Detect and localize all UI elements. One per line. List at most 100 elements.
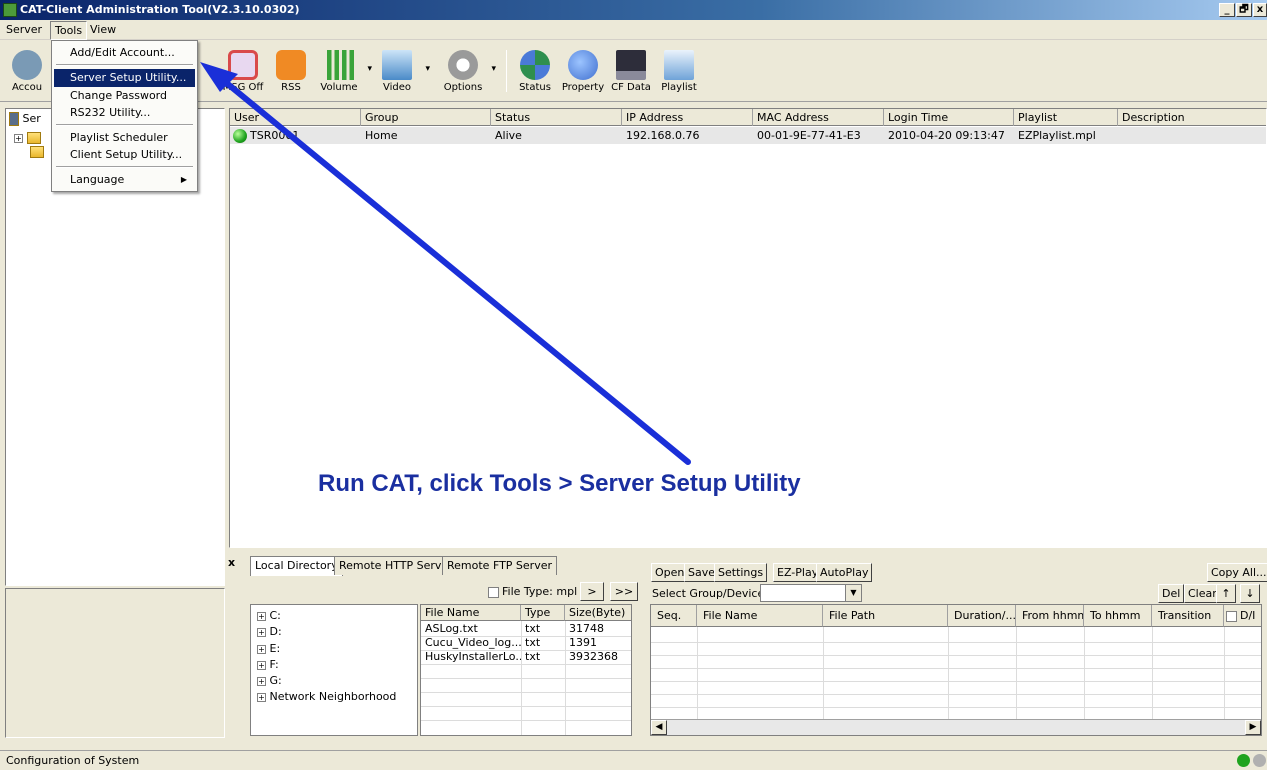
column-header-mac-address[interactable]: MAC Address xyxy=(753,109,884,126)
grid-line xyxy=(651,642,1261,643)
column-header-ip-address[interactable]: IP Address xyxy=(622,109,753,126)
toolbar-video-button[interactable]: Video ▾ xyxy=(372,50,430,93)
submenu-arrow-icon: ▶ xyxy=(180,175,187,184)
column-header-type[interactable]: Type xyxy=(521,605,565,621)
tree-root-server[interactable]: Ser xyxy=(9,112,41,126)
table-row[interactable]: TSR0001 Home Alive 192.168.0.76 00-01-9E… xyxy=(230,127,1266,144)
menu-tools[interactable]: Tools xyxy=(50,21,88,40)
file-name-cell[interactable]: HuskyInstallerLo... xyxy=(421,650,521,664)
grid-line xyxy=(421,706,631,707)
chevron-down-icon[interactable]: ▼ xyxy=(845,585,861,601)
menu-item-change-password[interactable]: Change Password xyxy=(54,87,195,105)
cell-status: Alive xyxy=(495,129,522,142)
column-header-group[interactable]: Group xyxy=(361,109,491,126)
ez-play-button[interactable]: EZ-Play xyxy=(773,563,823,582)
expand-icon[interactable]: + xyxy=(257,693,266,702)
file-type-filter[interactable]: File Type: mpl xyxy=(488,585,577,598)
toolbar-status-button[interactable]: Status xyxy=(510,50,560,93)
drive-item[interactable]: + G: xyxy=(257,674,282,687)
menu-item-playlist-scheduler[interactable]: Playlist Scheduler xyxy=(54,129,195,147)
expand-icon[interactable]: + xyxy=(257,677,266,686)
tab-remote-http-server[interactable]: Remote HTTP Server xyxy=(334,556,458,575)
expand-icon[interactable]: + xyxy=(257,628,266,637)
toolbar-property-button[interactable]: Property xyxy=(558,50,608,93)
copy-all-button[interactable]: Copy All... xyxy=(1207,563,1267,582)
expand-icon[interactable]: + xyxy=(14,134,23,143)
next-button[interactable]: > xyxy=(580,582,604,601)
minimize-button[interactable]: _ xyxy=(1219,3,1235,17)
close-button[interactable]: x xyxy=(1253,3,1267,17)
expand-icon[interactable]: + xyxy=(257,612,266,621)
expand-icon[interactable]: + xyxy=(257,661,266,670)
toolbar-account-button[interactable]: Accou xyxy=(2,50,52,93)
open-button[interactable]: Open xyxy=(651,563,689,582)
file-name-cell[interactable]: Cucu_Video_log.... xyxy=(421,636,521,650)
group-device-select[interactable]: ▼ xyxy=(760,584,862,602)
column-header-playlist[interactable]: Playlist xyxy=(1014,109,1118,126)
drive-item[interactable]: + E: xyxy=(257,642,280,655)
toolbar-msg-off-button[interactable]: MSG Off xyxy=(218,50,268,93)
column-header-size[interactable]: Size(Byte) xyxy=(565,605,631,621)
file-name-cell[interactable]: ASLog.txt xyxy=(421,622,521,636)
autoplay-button[interactable]: AutoPlay xyxy=(816,563,873,582)
toolbar-label: Property xyxy=(561,82,605,93)
column-header-file-path[interactable]: File Path xyxy=(823,605,948,627)
move-down-button[interactable]: ↓ xyxy=(1240,584,1260,603)
menu-item-add-edit-account[interactable]: Add/Edit Account... xyxy=(54,44,195,62)
tab-local-directory[interactable]: Local Directory xyxy=(250,556,343,576)
scroll-left-icon[interactable]: ◀ xyxy=(651,720,667,735)
menu-item-language[interactable]: Language ▶ xyxy=(54,171,195,189)
menu-item-server-setup-utility[interactable]: Server Setup Utility... xyxy=(54,69,195,87)
toolbar-playlist-button[interactable]: Playlist xyxy=(654,50,704,93)
close-pane-icon[interactable]: x xyxy=(228,556,235,569)
grid-line xyxy=(651,681,1261,682)
menu-item-language-label: Language xyxy=(70,173,125,186)
menu-server[interactable]: Server xyxy=(6,23,42,36)
drive-item[interactable]: + D: xyxy=(257,625,282,638)
last-button[interactable]: >> xyxy=(610,582,638,601)
grid-line xyxy=(697,627,698,719)
toolbar-options-button[interactable]: Options ▾ xyxy=(438,50,496,93)
restore-button[interactable]: 🗗 xyxy=(1236,3,1252,17)
column-header-seq[interactable]: Seq. xyxy=(651,605,697,627)
column-header-duration[interactable]: Duration/... xyxy=(948,605,1016,627)
toolbar-rss-button[interactable]: RSS xyxy=(266,50,316,93)
dropdown-caret-icon[interactable]: ▾ xyxy=(491,64,496,74)
toolbar-cf-data-button[interactable]: CF Data xyxy=(606,50,656,93)
column-header-description[interactable]: Description xyxy=(1118,109,1266,126)
column-header-to-hhmm[interactable]: To hhmm xyxy=(1084,605,1152,627)
menu-view[interactable]: View xyxy=(90,23,116,36)
column-header-login-time[interactable]: Login Time xyxy=(884,109,1014,126)
column-header-file-name[interactable]: File Name xyxy=(697,605,823,627)
select-all-checkbox[interactable] xyxy=(1226,610,1237,622)
column-header-di[interactable]: D/I xyxy=(1224,605,1261,627)
drive-item[interactable]: + C: xyxy=(257,609,281,622)
column-header-from-hhmm[interactable]: From hhmm xyxy=(1016,605,1084,627)
tab-remote-ftp-server[interactable]: Remote FTP Server xyxy=(442,556,557,575)
grid-line xyxy=(948,627,949,719)
drive-item[interactable]: + F: xyxy=(257,658,279,671)
settings-button[interactable]: Settings xyxy=(714,563,768,582)
column-header-transition[interactable]: Transition xyxy=(1152,605,1224,627)
file-list: File Name Type Size(Byte) ASLog.txt txt … xyxy=(420,604,632,736)
property-icon xyxy=(568,50,598,80)
move-up-button[interactable]: ↑ xyxy=(1216,584,1236,603)
video-icon xyxy=(382,50,412,80)
left-info-panel xyxy=(5,588,225,738)
expand-icon[interactable]: + xyxy=(257,645,266,654)
tree-group-node[interactable] xyxy=(30,145,44,158)
column-header-file-name[interactable]: File Name xyxy=(421,605,521,621)
dropdown-caret-icon[interactable]: ▾ xyxy=(425,64,430,74)
horizontal-scrollbar[interactable]: ◀ ▶ xyxy=(651,719,1261,735)
scroll-right-icon[interactable]: ▶ xyxy=(1245,720,1261,735)
toolbar-volume-button[interactable]: Volume ▾ xyxy=(314,50,372,93)
drive-item[interactable]: + Network Neighborhood xyxy=(257,690,396,703)
delete-button[interactable]: Del xyxy=(1158,584,1185,603)
file-type-checkbox[interactable] xyxy=(488,586,499,598)
tree-group-node[interactable]: + xyxy=(14,131,41,144)
column-header-user[interactable]: User xyxy=(230,109,361,126)
status-icon xyxy=(520,50,550,80)
menu-item-client-setup-utility[interactable]: Client Setup Utility... xyxy=(54,146,195,164)
column-header-status[interactable]: Status xyxy=(491,109,622,126)
menu-item-rs232-utility[interactable]: RS232 Utility... xyxy=(54,104,195,122)
